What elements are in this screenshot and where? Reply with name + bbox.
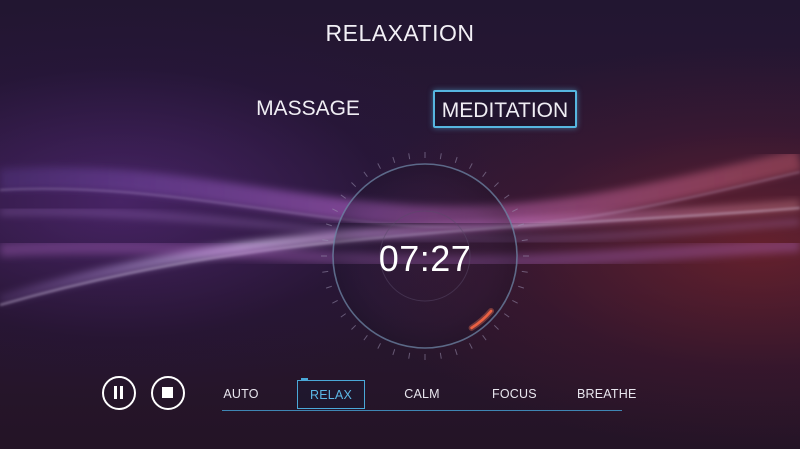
dial-tick bbox=[408, 153, 411, 160]
dial-tick bbox=[377, 343, 381, 349]
dial-tick bbox=[518, 285, 525, 289]
preset-breathe[interactable]: BREATHE bbox=[577, 380, 636, 409]
screen-title: RELAXATION bbox=[325, 20, 475, 46]
dial-tick bbox=[377, 163, 381, 169]
dial-tick bbox=[518, 223, 525, 227]
preset-calm[interactable]: CALM bbox=[402, 380, 442, 409]
dial-tick bbox=[521, 239, 528, 242]
stop-button[interactable] bbox=[151, 376, 185, 410]
dial-tick bbox=[493, 182, 499, 188]
dial-tick bbox=[439, 352, 442, 359]
timer-display: 07:27 bbox=[378, 238, 472, 279]
dial-tick bbox=[408, 352, 411, 359]
dial-tick bbox=[325, 223, 332, 227]
preset-relax[interactable]: RELAX bbox=[297, 378, 365, 409]
dial-tick bbox=[482, 334, 487, 341]
dial-tick bbox=[512, 300, 518, 304]
dial-tick bbox=[351, 182, 357, 188]
preset-underline bbox=[222, 410, 622, 411]
dial-tick bbox=[363, 334, 368, 341]
pause-icon bbox=[114, 386, 123, 399]
dial-tick bbox=[351, 324, 357, 330]
dial-tick bbox=[322, 239, 329, 242]
dial-tick bbox=[482, 171, 487, 178]
preset-focus[interactable]: FOCUS bbox=[492, 380, 537, 409]
preset-bar: AUTO RELAX CALM FOCUS BREATHE bbox=[222, 378, 636, 412]
dial-tick bbox=[325, 285, 332, 289]
pause-button[interactable] bbox=[102, 376, 136, 410]
dial-tick bbox=[340, 194, 347, 199]
dial-tick bbox=[392, 156, 396, 163]
dial-tick bbox=[469, 163, 473, 169]
mode-tab-meditation[interactable]: MEDITATION bbox=[433, 90, 577, 128]
mode-tab-massage[interactable]: MASSAGE bbox=[250, 90, 366, 128]
dial-tick bbox=[332, 208, 338, 212]
dial-tick bbox=[322, 270, 329, 273]
preset-auto[interactable]: AUTO bbox=[222, 380, 260, 409]
dial-tick bbox=[521, 270, 528, 273]
dial-tick bbox=[512, 208, 518, 212]
dial-tick bbox=[454, 156, 458, 163]
dial-tick bbox=[392, 349, 396, 356]
dial-tick bbox=[454, 349, 458, 356]
stop-icon bbox=[162, 387, 173, 398]
dial-tick bbox=[493, 324, 499, 330]
dial-tick bbox=[469, 343, 473, 349]
dial-tick bbox=[503, 313, 510, 318]
dial-tick bbox=[503, 194, 510, 199]
dial-tick bbox=[439, 153, 442, 160]
dial-tick bbox=[363, 171, 368, 178]
dial-tick bbox=[340, 313, 347, 318]
dial-tick bbox=[332, 300, 338, 304]
